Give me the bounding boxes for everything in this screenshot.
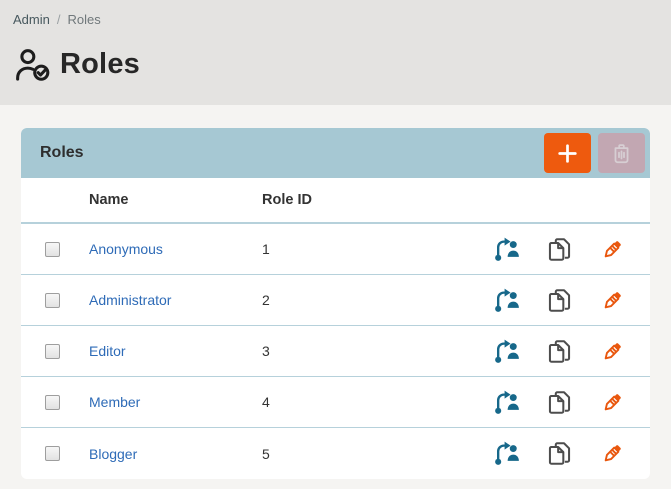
column-header-role-id: Role ID [262, 192, 490, 208]
role-name-link[interactable]: Anonymous [89, 241, 163, 257]
permissions-button[interactable] [493, 338, 520, 365]
user-permissions-icon [493, 338, 520, 365]
breadcrumb: Admin / Roles [13, 12, 658, 27]
edit-button[interactable] [599, 287, 626, 314]
role-name-link[interactable]: Administrator [89, 292, 171, 308]
copy-icon [546, 236, 573, 263]
page-title: Roles [60, 48, 140, 81]
role-id-value: 5 [262, 446, 490, 462]
copy-icon [546, 389, 573, 416]
copy-button[interactable] [546, 440, 573, 467]
copy-button[interactable] [546, 389, 573, 416]
plus-icon [555, 141, 580, 166]
table-row: Anonymous 1 [21, 224, 650, 275]
breadcrumb-item-roles: Roles [67, 12, 100, 27]
role-name-link[interactable]: Blogger [89, 446, 137, 462]
role-id-value: 3 [262, 343, 490, 359]
role-name-link[interactable]: Member [89, 394, 140, 410]
table-row: Editor 3 [21, 326, 650, 377]
edit-button[interactable] [599, 338, 626, 365]
row-checkbox[interactable] [45, 242, 60, 257]
copy-icon [546, 440, 573, 467]
edit-pencil-icon [599, 440, 626, 467]
trash-icon [609, 141, 634, 166]
row-checkbox[interactable] [45, 395, 60, 410]
copy-button[interactable] [546, 236, 573, 263]
roles-panel: Roles Name Role ID Anonymous [21, 128, 650, 479]
user-permissions-icon [493, 287, 520, 314]
page-header: Admin / Roles Roles [0, 0, 671, 105]
user-permissions-icon [493, 236, 520, 263]
edit-pencil-icon [599, 338, 626, 365]
edit-button[interactable] [599, 389, 626, 416]
edit-button[interactable] [599, 440, 626, 467]
role-name-link[interactable]: Editor [89, 343, 126, 359]
copy-icon [546, 338, 573, 365]
row-checkbox[interactable] [45, 344, 60, 359]
role-id-value: 2 [262, 292, 490, 308]
page-body: Roles Name Role ID Anonymous [0, 105, 671, 479]
edit-pencil-icon [599, 287, 626, 314]
roles-table: Name Role ID Anonymous 1 Administrator [21, 178, 650, 479]
user-permissions-icon [493, 440, 520, 467]
permissions-button[interactable] [493, 236, 520, 263]
copy-button[interactable] [546, 338, 573, 365]
permissions-button[interactable] [493, 389, 520, 416]
row-checkbox[interactable] [45, 446, 60, 461]
table-row: Administrator 2 [21, 275, 650, 326]
panel-title: Roles [40, 144, 84, 162]
permissions-button[interactable] [493, 440, 520, 467]
column-header-name: Name [89, 192, 262, 208]
edit-pencil-icon [599, 389, 626, 416]
role-id-value: 1 [262, 241, 490, 257]
add-role-button[interactable] [544, 133, 591, 173]
table-header-row: Name Role ID [21, 178, 650, 224]
role-id-value: 4 [262, 394, 490, 410]
delete-roles-button[interactable] [598, 133, 645, 173]
table-row: Member 4 [21, 377, 650, 428]
breadcrumb-item-admin[interactable]: Admin [13, 12, 50, 27]
row-checkbox[interactable] [45, 293, 60, 308]
copy-button[interactable] [546, 287, 573, 314]
user-check-icon [13, 47, 50, 82]
roles-panel-header: Roles [21, 128, 650, 178]
breadcrumb-separator: / [57, 12, 61, 27]
table-row: Blogger 5 [21, 428, 650, 479]
permissions-button[interactable] [493, 287, 520, 314]
copy-icon [546, 287, 573, 314]
edit-pencil-icon [599, 236, 626, 263]
edit-button[interactable] [599, 236, 626, 263]
user-permissions-icon [493, 389, 520, 416]
